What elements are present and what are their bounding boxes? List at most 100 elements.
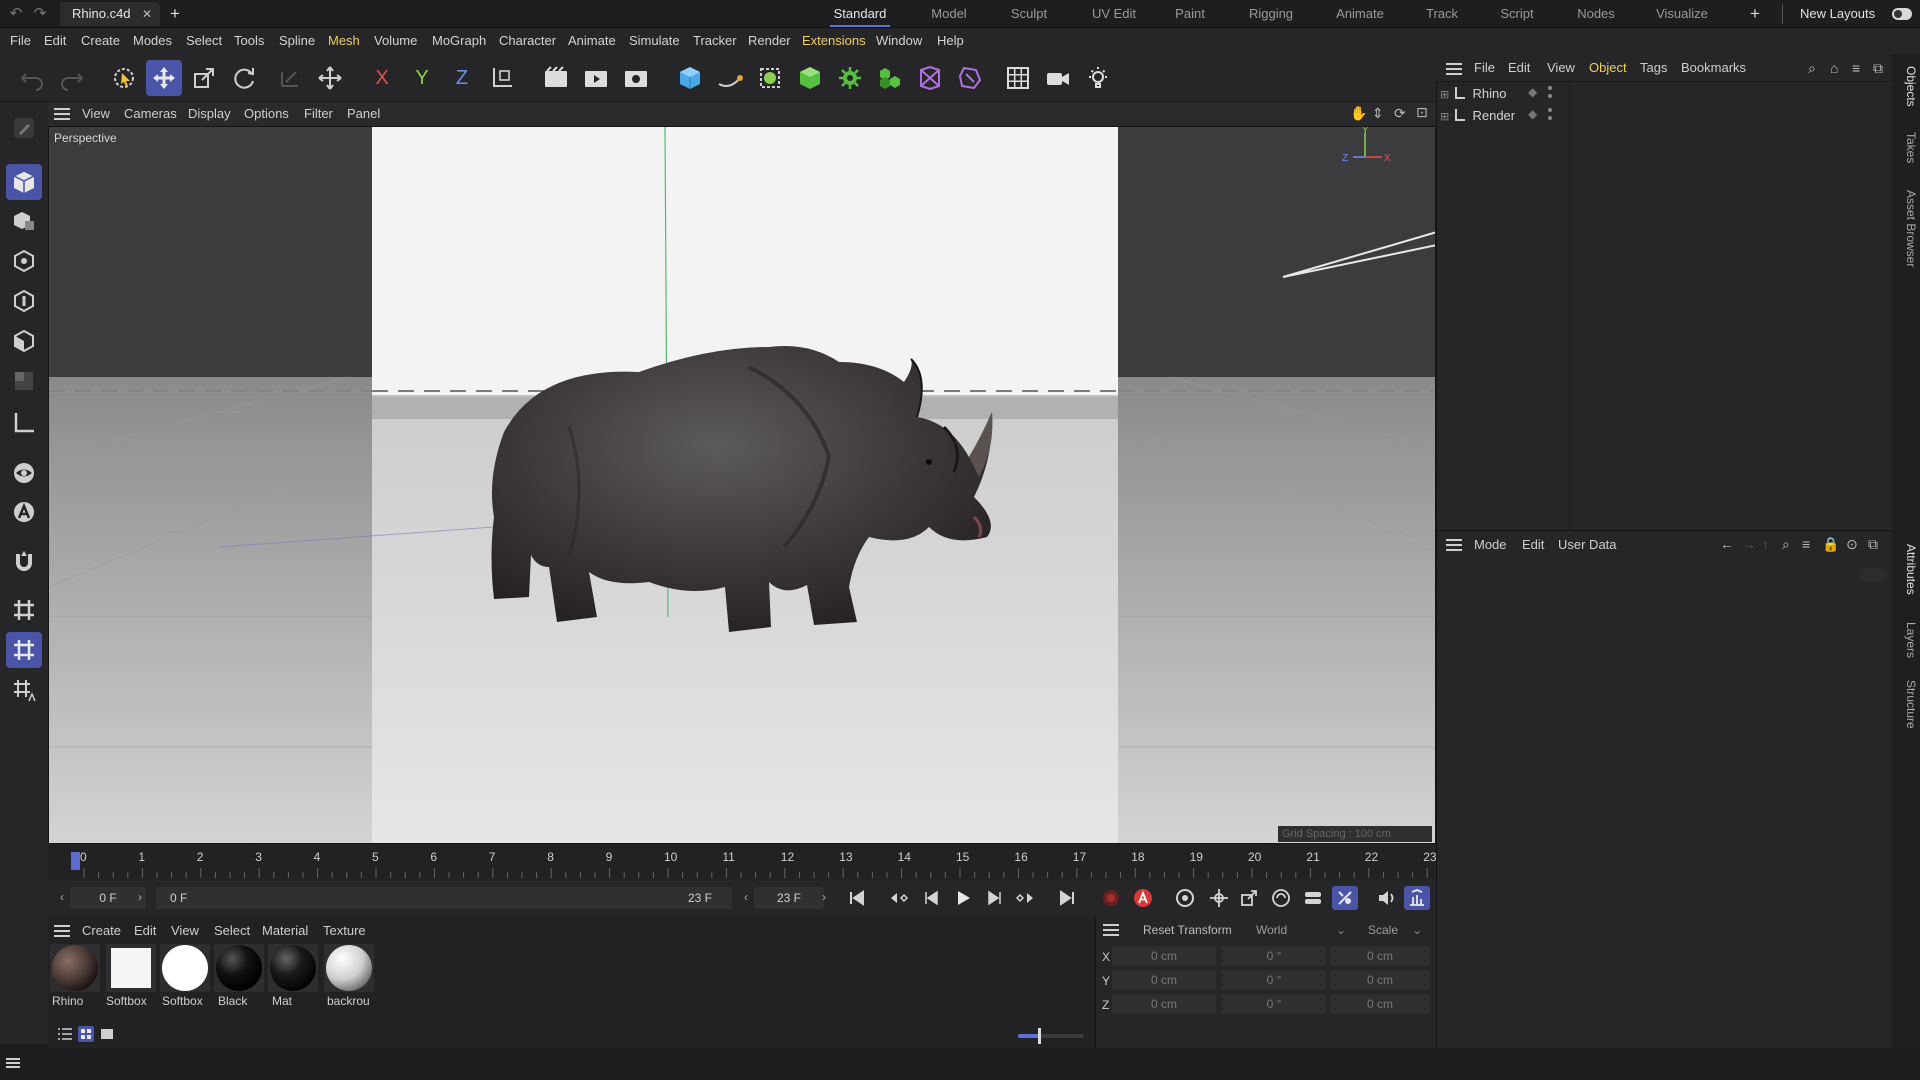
menu-mograph[interactable]: MoGraph <box>432 28 486 54</box>
menu-window[interactable]: Window <box>876 28 922 54</box>
filter-icon[interactable]: ≡ <box>1852 60 1860 76</box>
menu-tracker[interactable]: Tracker <box>693 28 737 54</box>
redo-icon[interactable] <box>54 60 90 96</box>
material-hamburger-icon[interactable] <box>54 925 70 937</box>
grid-view-icon[interactable] <box>78 1026 94 1042</box>
attributes-hamburger-icon[interactable] <box>1446 539 1462 551</box>
locked-workplane-icon[interactable] <box>6 632 42 668</box>
scale-y-field[interactable]: 0 cm <box>1330 970 1430 990</box>
list-view-icon[interactable] <box>58 1028 72 1040</box>
make-editable-icon[interactable] <box>6 110 42 146</box>
end-frame-decrement-icon[interactable]: ‹ <box>744 890 748 904</box>
workplane-icon[interactable] <box>6 592 42 628</box>
layout-toggle[interactable] <box>1892 8 1912 20</box>
mograph-icon[interactable] <box>872 60 908 96</box>
material-menu-create[interactable]: Create <box>82 922 121 940</box>
snap-text-icon[interactable] <box>6 494 42 530</box>
new-layouts-button[interactable]: New Layouts <box>1800 0 1875 28</box>
menu-render[interactable]: Render <box>748 28 791 54</box>
layout-tab-uv-edit[interactable]: UV Edit <box>1084 0 1144 28</box>
visibility-dots[interactable] <box>1548 108 1552 122</box>
viewport-menu-display[interactable]: Display <box>188 102 231 126</box>
autokeying-icon[interactable] <box>1130 886 1156 910</box>
scale-z-field[interactable]: 0 cm <box>1330 994 1430 1014</box>
material-swatch-backround[interactable] <box>324 944 374 992</box>
back-arrow-icon[interactable]: ← <box>1720 536 1734 552</box>
material-swatch-softbox-1[interactable] <box>106 944 156 992</box>
object-row-rhino[interactable]: ⊞ Rhino <box>1440 84 1560 104</box>
move-tool-icon[interactable] <box>146 60 182 96</box>
object-menu-tags[interactable]: Tags <box>1640 54 1667 82</box>
side-tab-takes[interactable]: Takes <box>1894 132 1918 163</box>
layout-tab-sculpt[interactable]: Sculpt <box>1000 0 1058 28</box>
camera-icon[interactable] <box>1040 60 1076 96</box>
layout-tab-animate[interactable]: Animate <box>1328 0 1392 28</box>
viewport-menu-view[interactable]: View <box>82 102 110 126</box>
slider-handle[interactable] <box>1038 1028 1041 1044</box>
attributes-menu-mode[interactable]: Mode <box>1474 532 1507 558</box>
spline-pen-icon[interactable] <box>712 60 748 96</box>
viewport-menu-filter[interactable]: Filter <box>304 102 333 126</box>
status-hamburger-icon[interactable] <box>6 1058 20 1068</box>
solo-mode-icon[interactable] <box>6 455 42 491</box>
reset-transform-button[interactable]: Reset Transform <box>1128 920 1238 940</box>
rotation-p-field[interactable]: 0 ° <box>1222 970 1326 990</box>
undo-icon[interactable]: ↶ <box>6 4 26 24</box>
menu-create[interactable]: Create <box>81 28 120 54</box>
layout-tab-standard[interactable]: Standard <box>830 0 890 28</box>
live-selection-icon[interactable] <box>106 60 142 96</box>
menu-select[interactable]: Select <box>186 28 222 54</box>
layout-tab-model[interactable]: Model <box>920 0 978 28</box>
expand-icon[interactable]: ⊞ <box>1440 89 1449 101</box>
material-swatch-softbox-2[interactable] <box>160 944 210 992</box>
scale-x-field[interactable]: 0 cm <box>1330 946 1430 966</box>
current-frame-field[interactable]: 0 F <box>70 887 146 909</box>
light-icon[interactable] <box>1080 60 1116 96</box>
layout-tab-rigging[interactable]: Rigging <box>1240 0 1302 28</box>
frame-range-slider[interactable]: 0 F 23 F <box>156 887 732 909</box>
z-axis-lock[interactable]: Z <box>444 60 480 96</box>
side-tab-objects[interactable]: Objects <box>1894 66 1918 107</box>
side-tab-asset-browser[interactable]: Asset Browser <box>1894 190 1918 267</box>
x-axis-lock[interactable]: X <box>364 60 400 96</box>
next-frame-icon[interactable] <box>982 886 1008 910</box>
cube-icon[interactable] <box>672 60 708 96</box>
points-mode-icon[interactable] <box>6 243 42 279</box>
up-arrow-icon[interactable]: ↑ <box>1762 536 1769 552</box>
field-icon[interactable] <box>952 60 988 96</box>
menu-help[interactable]: Help <box>937 28 964 54</box>
forward-arrow-icon[interactable]: → <box>1742 536 1756 552</box>
go-to-end-icon[interactable] <box>1054 886 1080 910</box>
viewport-menu-panel[interactable]: Panel <box>347 102 380 126</box>
lock-icon[interactable]: 🔒 <box>1822 536 1839 553</box>
end-frame-field[interactable]: 23 F <box>754 887 824 909</box>
previous-key-icon[interactable] <box>886 886 912 910</box>
pan-icon[interactable]: ✋ <box>1350 105 1367 122</box>
deformer-icon[interactable] <box>912 60 948 96</box>
menu-file[interactable]: File <box>10 28 31 54</box>
keyframe-selection-icon[interactable] <box>1172 886 1198 910</box>
workplane-align-icon[interactable] <box>6 672 42 708</box>
render-to-picture-viewer-icon[interactable] <box>578 60 614 96</box>
material-swatch-mat[interactable] <box>268 944 318 992</box>
key-parameter-icon[interactable] <box>1300 886 1326 910</box>
dolly-icon[interactable]: ⇕ <box>1372 105 1384 122</box>
texture-mode-icon[interactable] <box>6 203 42 239</box>
end-frame-increment-icon[interactable]: › <box>822 890 826 904</box>
next-key-icon[interactable] <box>1012 886 1038 910</box>
object-hamburger-icon[interactable] <box>1446 63 1462 75</box>
floor-grid-icon[interactable] <box>1000 60 1036 96</box>
menu-spline[interactable]: Spline <box>279 28 315 54</box>
3d-viewport[interactable]: Y Z X <box>48 126 1436 844</box>
menu-modes[interactable]: Modes <box>133 28 172 54</box>
cloner-icon[interactable] <box>832 60 868 96</box>
material-swatch-rhino[interactable] <box>50 944 100 992</box>
layout-tab-track[interactable]: Track <box>1414 0 1470 28</box>
material-swatch-black[interactable] <box>214 944 264 992</box>
menu-volume[interactable]: Volume <box>374 28 417 54</box>
layout-tab-nodes[interactable]: Nodes <box>1566 0 1626 28</box>
search-icon[interactable]: ⌕ <box>1782 536 1790 553</box>
swatch-size-slider[interactable] <box>1018 1028 1084 1044</box>
y-axis-lock[interactable]: Y <box>404 60 440 96</box>
transform-icon[interactable] <box>312 60 348 96</box>
